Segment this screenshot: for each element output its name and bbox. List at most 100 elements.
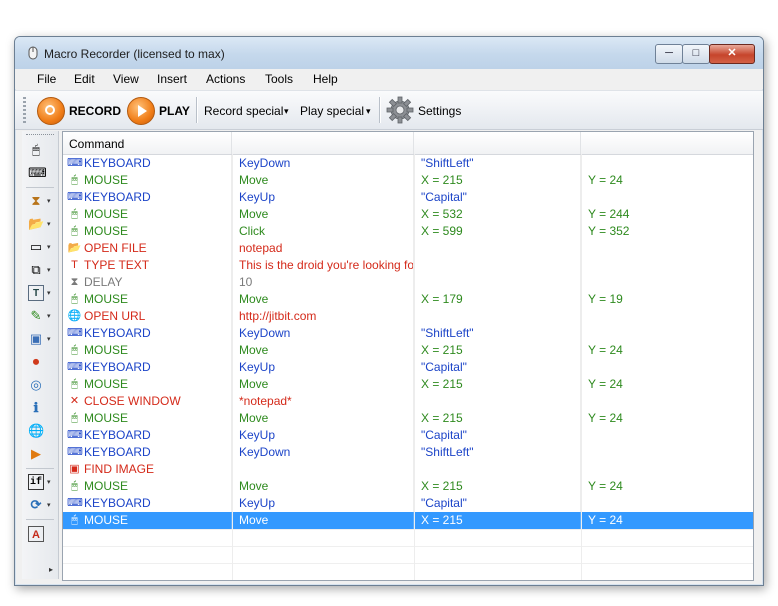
param1-cell [415, 461, 581, 478]
copy-icon: ⧉ [31, 262, 41, 277]
column-header-command[interactable]: Command [63, 132, 232, 154]
sidebar-stop-button[interactable]: ⏺ [26, 353, 54, 371]
menu-insert[interactable]: Insert [157, 72, 187, 86]
param1-cell-text: X = 599 [421, 224, 463, 238]
settings-label: Settings [418, 104, 462, 118]
table-row[interactable]: ⌨ KEYBOARD KeyDown "ShiftLeft" [63, 444, 753, 461]
close-button[interactable]: ✕ [709, 44, 755, 64]
table-row[interactable]: 🖱 MOUSE Move X = 215 Y = 24 [63, 410, 753, 427]
table-row[interactable]: 🖱 MOUSE Move X = 215 Y = 24 [63, 342, 753, 359]
param1-cell-text: X = 179 [421, 292, 463, 306]
table-row[interactable]: ⌨ KEYBOARD KeyUp "Capital" [63, 359, 753, 376]
sidebar-play-button[interactable]: ▶ [26, 445, 54, 463]
action-cell-text: 10 [239, 275, 253, 289]
sidebar-open-file-button[interactable]: 📂 ▾ [26, 215, 54, 233]
table-row[interactable]: 🖱 MOUSE Move X = 215 Y = 24 [63, 478, 753, 495]
play-special-label: Play special [300, 104, 365, 118]
column-header-param2[interactable] [582, 132, 753, 154]
column-header-action[interactable] [233, 132, 414, 154]
sidebar-mouse-button[interactable]: 🖱 [26, 141, 54, 159]
action-cell-text: This is the droid you're looking for! [239, 258, 414, 272]
table-row[interactable]: 🖱 MOUSE Move X = 215 Y = 24 [63, 172, 753, 189]
param1-cell: X = 179 [415, 291, 581, 308]
toolbar-separator [379, 97, 380, 123]
action-cell-text: Move [239, 173, 269, 187]
table-row[interactable]: ⌨ KEYBOARD KeyUp "Capital" [63, 495, 753, 512]
param1-cell: "Capital" [415, 495, 581, 512]
table-row[interactable]: ⌨ KEYBOARD KeyDown "ShiftLeft" [63, 325, 753, 342]
table-row[interactable]: 📂 OPEN FILE notepad [63, 240, 753, 257]
command-cell-text: MOUSE [84, 343, 129, 357]
command-cell-text: MOUSE [84, 377, 129, 391]
action-cell-text: Move [239, 513, 269, 527]
sidebar-keyboard-button[interactable]: ⌨ [26, 164, 54, 182]
command-cell: ⧗ DELAY [63, 274, 232, 291]
globe-icon: ◎ [30, 377, 42, 392]
menu-view[interactable]: View [113, 72, 139, 86]
maximize-button[interactable]: □ [682, 44, 710, 64]
sidebar-info-button[interactable]: ℹ [26, 399, 54, 417]
table-row[interactable]: ⌨ KEYBOARD KeyUp "Capital" [63, 189, 753, 206]
table-row[interactable]: ✕ CLOSE WINDOW *notepad* [63, 393, 753, 410]
keyboard-icon: ⌨ [28, 165, 47, 180]
table-row[interactable]: 🌐 OPEN URL http://jitbit.com [63, 308, 753, 325]
sidebar-grip[interactable] [26, 134, 54, 136]
eyedropper-icon: ✎ [30, 308, 42, 323]
column-header-param1[interactable] [415, 132, 581, 154]
command-cell-text: FIND IMAGE [84, 462, 155, 476]
table-row[interactable]: ⌨ KEYBOARD KeyDown "ShiftLeft" [63, 155, 753, 172]
action-cell: This is the droid you're looking for! [233, 257, 414, 274]
sidebar-text-button[interactable]: T ▾ [26, 284, 54, 302]
sidebar-eyedropper-button[interactable]: ✎ ▾ [26, 307, 54, 325]
toolbar-grip[interactable] [23, 97, 26, 123]
keyboard-icon: ⌨ [67, 361, 83, 373]
table-row[interactable]: ⌨ KEYBOARD KeyUp "Capital" [63, 427, 753, 444]
record-icon [37, 97, 65, 125]
text-icon: T [71, 259, 78, 271]
minimize-button[interactable]: ─ [655, 44, 683, 64]
command-cell: 🖱 MOUSE [63, 512, 232, 529]
action-cell-text: Move [239, 479, 269, 493]
param2-cell: Y = 24 [582, 410, 753, 427]
sidebar-window-button[interactable]: ▭ ▾ [26, 238, 54, 256]
sidebar-font-button[interactable]: A [26, 525, 54, 543]
table-row[interactable]: 🖱 MOUSE Move X = 532 Y = 244 [63, 206, 753, 223]
play-icon [127, 97, 155, 125]
action-cell: Move [233, 206, 414, 223]
table-row[interactable]: 🖱 MOUSE Move X = 215 Y = 24 [63, 512, 753, 529]
sidebar-loop-button[interactable]: ⟳ ▾ [26, 496, 54, 514]
command-cell-text: KEYBOARD [84, 156, 151, 170]
table-row[interactable]: T TYPE TEXT This is the droid you're looki… [63, 257, 753, 274]
title-bar[interactable]: Macro Recorder (licensed to max) ─ □ ✕ [15, 37, 763, 70]
action-cell: Move [233, 376, 414, 393]
menu-tools[interactable]: Tools [265, 72, 293, 86]
sidebar-delay-button[interactable]: ⧗ ▾ [26, 192, 54, 210]
sidebar-globe-button[interactable]: ◎ [26, 376, 54, 394]
param2-cell [582, 461, 753, 478]
param1-cell-text: "ShiftLeft" [421, 445, 474, 459]
table-row[interactable]: ⧗ DELAY 10 [63, 274, 753, 291]
table-row[interactable]: 🖱 MOUSE Move X = 179 Y = 19 [63, 291, 753, 308]
param2-cell-text: Y = 24 [588, 173, 623, 187]
sidebar-copy-button[interactable]: ⧉ ▾ [26, 261, 54, 279]
table-row[interactable]: ▣ FIND IMAGE [63, 461, 753, 478]
sidebar-if-button[interactable]: if ▾ [26, 473, 54, 491]
action-cell: KeyDown [233, 444, 414, 461]
sidebar-image-button[interactable]: ▣ ▾ [26, 330, 54, 348]
action-cell: Move [233, 478, 414, 495]
table-row[interactable]: 🖱 MOUSE Click X = 599 Y = 352 [63, 223, 753, 240]
command-cell-text: MOUSE [84, 207, 129, 221]
command-grid[interactable]: Command ⌨ KEYBOARD KeyDown "ShiftLeft" 🖱 MOUS… [62, 131, 754, 581]
action-cell-text: Move [239, 377, 269, 391]
menu-help[interactable]: Help [313, 72, 338, 86]
sidebar-more-icon[interactable]: ▸ [49, 565, 53, 574]
sidebar-url-button[interactable]: 🌐 [26, 422, 54, 440]
action-cell: KeyUp [233, 495, 414, 512]
param2-cell: Y = 19 [582, 291, 753, 308]
menu-actions[interactable]: Actions [206, 72, 245, 86]
menu-file[interactable]: File [37, 72, 56, 86]
action-cell-text: Move [239, 292, 269, 306]
menu-edit[interactable]: Edit [74, 72, 95, 86]
table-row[interactable]: 🖱 MOUSE Move X = 215 Y = 24 [63, 376, 753, 393]
command-cell-text: MOUSE [84, 224, 129, 238]
